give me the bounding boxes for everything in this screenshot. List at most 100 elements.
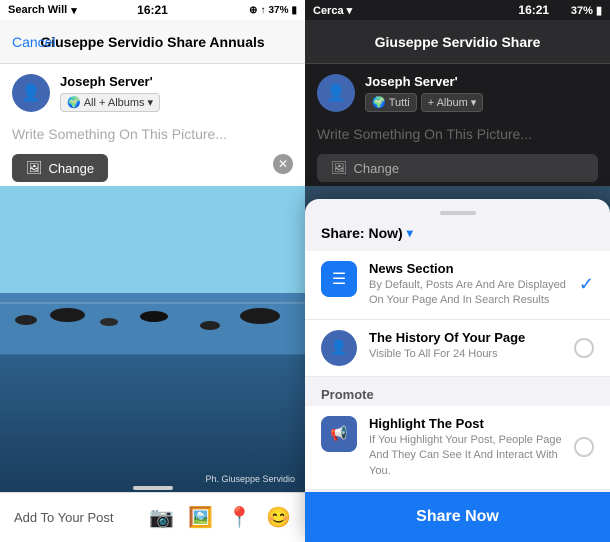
highlight-icon: 📢	[321, 416, 357, 452]
change-label-left: Change	[49, 161, 95, 176]
wifi-right-icon: ▾	[347, 5, 353, 17]
nav-bar-right: Giuseppe Servidio Share	[305, 20, 610, 64]
emoji-icon-left[interactable]: 😊	[266, 505, 291, 530]
battery-icon-right: ▮	[596, 5, 602, 17]
news-icon: ☰	[321, 261, 357, 297]
battery-icon-left: ▮	[291, 5, 297, 16]
change-button-left[interactable]: 🖼 Change	[12, 154, 108, 182]
add-to-post-label: Add To Your Post	[14, 510, 133, 525]
status-bar-left: Search Will ▾ 16:21 ⊕ ↑ 37% ▮	[0, 0, 305, 20]
avatar-icon-left: 👤	[21, 83, 41, 103]
highlight-item-subtitle: If You Highlight Your Post, People Page …	[369, 433, 562, 479]
write-placeholder-left[interactable]: Write Something On This Picture...	[0, 118, 305, 150]
arrow-icon: ↑	[260, 5, 265, 16]
sheet-title: Share: Now)	[321, 225, 403, 241]
sheet-title-arrow[interactable]: ▾	[407, 226, 413, 240]
news-item-subtitle: By Default, Posts Are And Are Displayed …	[369, 278, 567, 309]
location-pin-icon-left[interactable]: 📍	[227, 505, 252, 530]
write-placeholder-right[interactable]: Write Something On This Picture...	[305, 118, 610, 150]
post-user-name-right: Joseph Server'	[365, 74, 483, 89]
time-left: 16:21	[137, 3, 168, 17]
rock-6	[240, 308, 280, 324]
time-right: 16:21	[518, 3, 549, 17]
gallery-icon-left[interactable]: 🖼️	[188, 505, 213, 530]
history-item-title: The History Of Your Page	[369, 330, 562, 345]
nav-title-left: Giuseppe Servidio Share Annuals	[40, 34, 264, 50]
post-header-info-right: Joseph Server' 🌍 Tutti + Album ▾	[365, 74, 483, 112]
bottom-bar-left: Add To Your Post 📷 🖼️ 📍 😊	[0, 492, 305, 542]
album-label: + Album	[428, 97, 468, 109]
sea-photo	[0, 186, 305, 492]
sheet-item-highlight[interactable]: 📢 Highlight The Post If You Highlight Yo…	[305, 406, 610, 490]
photo-area-left: Ph. Giuseppe Servidio	[0, 186, 305, 492]
share-sheet: Share: Now) ▾ ☰ News Section By Default,…	[305, 199, 610, 542]
battery-left: 37%	[268, 5, 288, 16]
close-button-left[interactable]: ✕	[273, 154, 293, 174]
rock-5	[200, 321, 220, 330]
news-icon-symbol: ☰	[332, 269, 346, 289]
highlight-item-text: Highlight The Post If You Highlight Your…	[369, 416, 562, 479]
scroll-indicator-left	[133, 486, 173, 490]
post-header-left: 👤 Joseph Server' 🌍 All + Albums ▾	[0, 64, 305, 118]
left-panel: Search Will ▾ 16:21 ⊕ ↑ 37% ▮ Cancel Giu…	[0, 0, 305, 542]
audience-button-left[interactable]: 🌍 All + Albums ▾	[60, 93, 160, 112]
carrier-right: Cerca	[313, 5, 344, 17]
globe-icon-right: 🌍	[372, 96, 386, 109]
sheet-title-row: Share: Now) ▾	[305, 225, 610, 251]
sheet-item-news[interactable]: ☰ News Section By Default, Posts Are And…	[305, 251, 610, 320]
right-panel: Cerca ▾ 16:21 37% ▮ Giuseppe Servidio Sh…	[305, 0, 610, 542]
cancel-button[interactable]: Cancel	[12, 34, 56, 50]
image-icon-left: 🖼	[26, 160, 43, 176]
horizon-line	[0, 302, 305, 304]
carrier-left: Search Will	[8, 4, 67, 16]
album-arrow: ▾	[471, 96, 477, 109]
news-item-text: News Section By Default, Posts Are And A…	[369, 261, 567, 309]
sheet-item-history[interactable]: 👤 The History Of Your Page Visible To Al…	[305, 320, 610, 377]
change-btn-area: 🖼 Change ✕	[12, 154, 293, 182]
share-now-button[interactable]: Share Now	[305, 492, 610, 542]
audience-label-left: All + Albums	[84, 97, 145, 109]
history-avatar-icon: 👤	[321, 330, 357, 366]
megaphone-icon-symbol: 📢	[330, 425, 347, 442]
avatar-icon-right: 👤	[326, 83, 346, 103]
post-header-info-left: Joseph Server' 🌍 All + Albums ▾	[60, 74, 160, 112]
camera-icon-left[interactable]: 📷	[149, 505, 174, 530]
sheet-handle	[440, 211, 476, 215]
left-status-info: Search Will ▾	[8, 4, 77, 17]
promote-section-label: Promote	[305, 377, 610, 406]
audience-arrow-left: ▾	[148, 96, 154, 109]
tutti-label: Tutti	[389, 97, 410, 109]
battery-right: 37%	[571, 5, 593, 17]
image-icon-right: 🖼	[331, 160, 348, 176]
highlight-radio[interactable]	[574, 437, 594, 457]
news-item-title: News Section	[369, 261, 567, 276]
news-check-icon: ✓	[579, 274, 594, 295]
audience-buttons-right: 🌍 Tutti + Album ▾	[365, 93, 483, 112]
audience-button-right[interactable]: 🌍 Tutti	[365, 93, 417, 112]
rock-3	[100, 318, 118, 326]
nav-bar-left: Cancel Giuseppe Servidio Share Annuals	[0, 20, 305, 64]
avatar-left: 👤	[12, 74, 50, 112]
change-label-right: Change	[354, 161, 400, 176]
history-item-subtitle: Visible To All For 24 Hours	[369, 347, 562, 362]
highlight-item-title: Highlight The Post	[369, 416, 562, 431]
nav-title-right: Giuseppe Servidio Share	[375, 34, 541, 50]
rock-1	[15, 315, 37, 325]
right-status-right: 37% ▮	[571, 4, 602, 17]
globe-icon-left: 🌍	[67, 96, 81, 109]
rock-2	[50, 308, 85, 322]
history-item-text: The History Of Your Page Visible To All …	[369, 330, 562, 362]
album-button-right[interactable]: + Album ▾	[421, 93, 484, 112]
photo-credit-left: Ph. Giuseppe Servidio	[205, 474, 295, 484]
carrier-right-group: Cerca ▾	[313, 4, 352, 17]
wifi-icon: ▾	[71, 4, 77, 17]
history-icon-symbol: 👤	[330, 339, 347, 356]
change-button-right[interactable]: 🖼 Change	[317, 154, 598, 182]
right-status-left: ⊕ ↑ 37% ▮	[249, 5, 297, 16]
rock-4	[140, 311, 168, 322]
bottom-icons-left: 📷 🖼️ 📍 😊	[149, 505, 291, 530]
post-user-name-left: Joseph Server'	[60, 74, 160, 89]
history-radio[interactable]	[574, 338, 594, 358]
status-bar-right: Cerca ▾ 16:21 37% ▮	[305, 0, 610, 20]
post-header-right: 👤 Joseph Server' 🌍 Tutti + Album ▾	[305, 64, 610, 118]
